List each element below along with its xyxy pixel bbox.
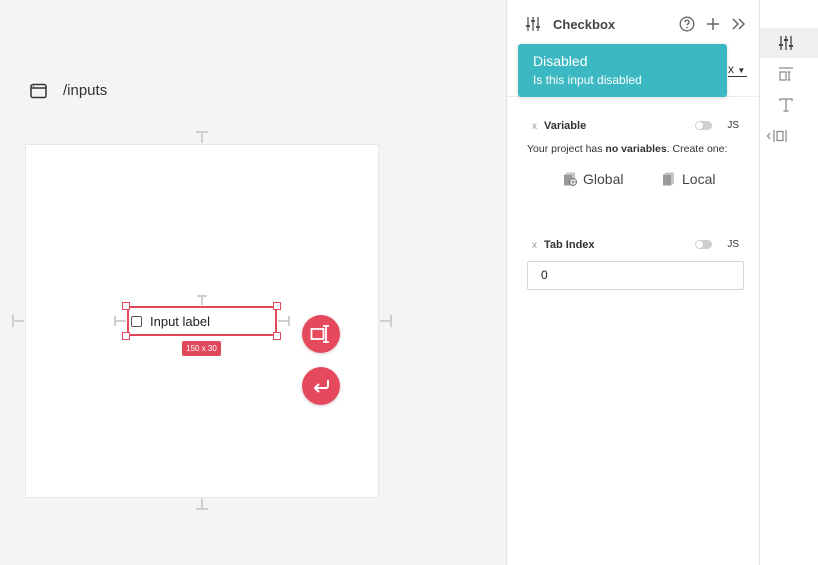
variable-js-label: JS [727,120,739,131]
variable-label: Variable [544,120,587,132]
tab-index-input[interactable]: 0 [527,261,744,290]
enter-button[interactable] [302,367,340,405]
no-variables-message: Your project has no variables. Create on… [527,143,728,155]
tab-index-property: x Tab Index JS [532,237,744,253]
browser-window-icon [30,83,47,98]
text-cursor-icon [310,325,329,343]
text-type-icon[interactable] [778,97,794,113]
local-label: Local [682,171,716,187]
tab-index-label: Tab Index [544,239,595,251]
page-path[interactable]: /inputs [30,82,107,99]
selected-checkbox-element[interactable]: Input label [127,306,277,336]
page-path-label: /inputs [63,82,108,99]
resize-handle-top-right[interactable] [273,302,281,310]
dimensions-badge: 150 x 30 [182,341,221,356]
remove-tab-index-button[interactable]: x [532,240,542,251]
variable-js-toggle[interactable] [695,121,712,130]
disabled-tooltip: Disabled Is this input disabled [518,44,727,97]
tab-index-js-label: JS [727,239,739,250]
global-variable-icon [564,172,577,186]
create-local-variable-button[interactable]: Local [661,171,715,187]
chevron-down-icon: ▼ [737,66,746,75]
checkbox-label: Input label [150,314,210,329]
spacing-icon[interactable] [766,128,794,144]
resize-handle-bottom-right[interactable] [273,332,281,340]
resize-handle-bottom-left[interactable] [122,332,130,340]
element-type-select-value: x [728,62,734,76]
element-type-select[interactable]: x ▼ [728,62,748,77]
panel-title: Checkbox [553,16,616,32]
variable-property: x Variable JS [532,118,744,134]
panel-header-actions [679,16,747,32]
tooltip-title: Disabled [533,53,588,69]
right-toolbar [760,0,818,565]
tooltip-description: Is this input disabled [533,73,642,87]
remove-variable-button[interactable]: x [532,121,542,132]
edit-text-button[interactable] [302,315,340,353]
sliders-icon[interactable] [778,35,794,51]
checkbox-input[interactable] [131,316,142,327]
align-layout-icon[interactable] [778,66,794,82]
tab-index-js-toggle[interactable] [695,240,712,249]
double-chevron-right-icon[interactable] [731,16,747,32]
resize-handle-top-left[interactable] [122,302,130,310]
local-variable-icon [663,172,674,186]
question-circle-icon[interactable] [679,16,695,32]
sliders-icon [526,17,540,31]
plus-icon[interactable] [705,16,721,32]
create-global-variable-button[interactable]: Global [562,171,623,187]
enter-return-icon [313,380,329,393]
global-label: Global [583,171,624,187]
